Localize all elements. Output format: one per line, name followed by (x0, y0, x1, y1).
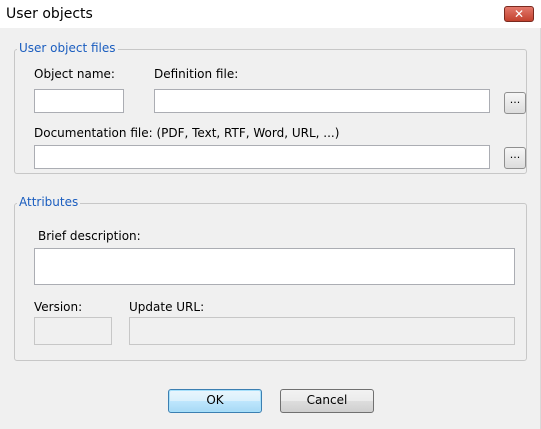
documentation-file-label: Documentation file: (PDF, Text, RTF, Wor… (34, 126, 340, 140)
documentation-file-field[interactable] (34, 145, 490, 169)
object-name-field[interactable] (34, 89, 124, 113)
update-url-label: Update URL: (129, 300, 205, 314)
user-object-files-legend: User object files (17, 41, 118, 55)
version-label: Version: (34, 300, 83, 314)
definition-file-label: Definition file: (154, 67, 239, 81)
version-field[interactable] (34, 317, 112, 345)
attributes-legend: Attributes (17, 195, 81, 209)
cancel-button[interactable]: Cancel (280, 389, 374, 413)
dialog-title: User objects (6, 6, 93, 22)
title-bar: User objects ✕ (0, 0, 541, 28)
documentation-file-browse-button[interactable]: ... (504, 147, 526, 169)
update-url-field[interactable] (129, 317, 515, 345)
close-button[interactable]: ✕ (504, 6, 534, 22)
object-name-label: Object name: (34, 67, 115, 81)
user-objects-dialog: User objects ✕ User object files Object … (0, 0, 541, 429)
definition-file-field[interactable] (154, 89, 490, 113)
definition-file-browse-button[interactable]: ... (504, 92, 526, 114)
close-icon: ✕ (513, 7, 525, 21)
brief-description-label: Brief description: (38, 229, 141, 243)
brief-description-field[interactable] (34, 248, 515, 285)
ok-button[interactable]: OK (168, 389, 262, 413)
